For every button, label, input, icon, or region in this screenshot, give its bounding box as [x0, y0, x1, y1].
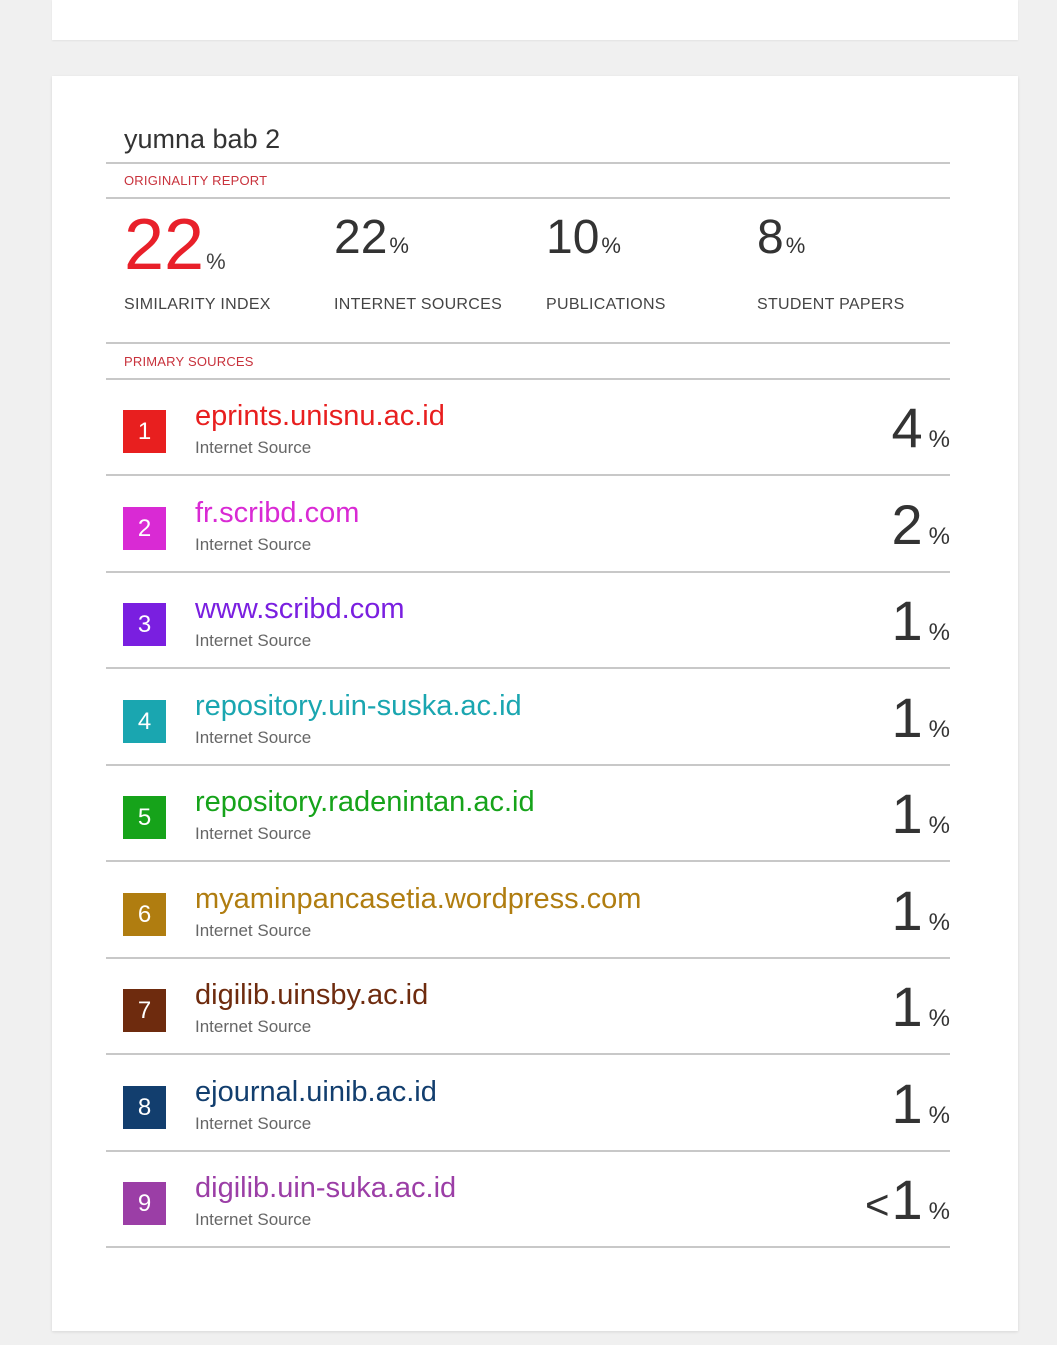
source-percentage-value: 1 — [891, 878, 923, 942]
student-papers-metric: 8% STUDENT PAPERS — [757, 210, 904, 313]
source-row[interactable]: 1 eprints.unisnu.ac.id Internet Source 4% — [106, 380, 950, 476]
similarity-index-label: SIMILARITY INDEX — [124, 296, 271, 313]
percent-sign: % — [928, 522, 950, 550]
source-percentage-value: 4 — [891, 396, 923, 459]
less-than-sign: < — [864, 1181, 890, 1228]
source-rank-badge: 3 — [123, 603, 166, 646]
source-percentage: 1% — [892, 977, 951, 1037]
originality-report-label: ORIGINALITY REPORT — [124, 173, 268, 188]
student-papers-label: STUDENT PAPERS — [757, 296, 905, 313]
source-row[interactable]: 9 digilib.uin-suka.ac.id Internet Source <1… — [106, 1152, 950, 1248]
source-percentage-value: 1 — [891, 1168, 923, 1231]
source-type-label: Internet Source — [195, 1210, 312, 1229]
source-row[interactable]: 6 myaminpancasetia.wordpress.com Internet … — [106, 863, 950, 959]
source-name-link[interactable]: myaminpancasetia.wordpress.com — [195, 883, 641, 916]
percent-sign: % — [928, 715, 950, 743]
source-type-label: Internet Source — [195, 920, 312, 940]
source-rank-badge: 5 — [123, 796, 166, 839]
metrics-divider — [106, 342, 950, 344]
originality-report-card: yumna bab 2 ORIGINALITY REPORT 22% SIMIL… — [52, 76, 1018, 1331]
source-name-link[interactable]: repository.radenintan.ac.id — [195, 786, 535, 819]
document-title: yumna bab 2 — [124, 124, 281, 154]
row-divider — [106, 1246, 950, 1248]
similarity-index-value: 22 — [124, 205, 205, 285]
source-type-label: Internet Source — [195, 534, 312, 554]
internet-sources-value: 22 — [334, 211, 388, 264]
publications-value: 10 — [546, 211, 600, 264]
title-divider — [106, 162, 950, 164]
percent-sign: % — [206, 249, 226, 274]
source-name-link[interactable]: fr.scribd.com — [195, 497, 359, 530]
percent-sign: % — [928, 1005, 950, 1032]
percent-sign: % — [928, 619, 950, 646]
source-rank-badge: 4 — [123, 699, 166, 743]
source-row[interactable]: 7 digilib.uinsby.ac.id Internet Source 1% — [106, 959, 950, 1055]
originality-divider — [106, 197, 950, 199]
source-name-link[interactable]: eprints.unisnu.ac.id — [195, 400, 445, 433]
previous-page-card — [52, 0, 1018, 40]
source-percentage: 1% — [891, 878, 951, 942]
source-rank-badge: 1 — [123, 410, 166, 453]
source-rank-badge: 2 — [123, 506, 166, 550]
percent-sign: % — [389, 233, 409, 258]
source-percentage: 1% — [891, 685, 951, 749]
source-percentage-value: 1 — [891, 589, 923, 652]
source-type-label: Internet Source — [195, 1017, 312, 1036]
source-row[interactable]: 5 repository.radenintan.ac.id Internet Sou… — [106, 766, 950, 862]
source-percentage-value: 2 — [891, 492, 923, 556]
primary-sources-label: PRIMARY SOURCES — [124, 354, 254, 369]
source-percentage: 1% — [891, 1071, 951, 1135]
percent-sign: % — [785, 233, 806, 258]
source-name-link[interactable]: www.scribd.com — [195, 593, 405, 626]
source-percentage: <1% — [865, 1170, 950, 1230]
source-name-link[interactable]: digilib.uinsby.ac.id — [195, 979, 428, 1012]
percent-sign: % — [928, 426, 950, 453]
source-name-link[interactable]: repository.uin-suska.ac.id — [195, 690, 522, 723]
source-row[interactable]: 3 www.scribd.com Internet Source 1% — [106, 573, 950, 669]
student-papers-value: 8 — [757, 211, 784, 264]
percent-sign: % — [928, 908, 950, 936]
percent-sign: % — [928, 1101, 950, 1129]
publications-metric: 10% PUBLICATIONS — [546, 210, 665, 313]
similarity-index-metric: 22% SIMILARITY INDEX — [124, 209, 270, 313]
source-name-link[interactable]: ejournal.uinib.ac.id — [195, 1076, 437, 1109]
source-percentage-value: 1 — [891, 782, 923, 845]
percent-sign: % — [601, 233, 621, 258]
source-type-label: Internet Source — [195, 631, 312, 650]
source-type-label: Internet Source — [195, 824, 312, 843]
source-row[interactable]: 8 ejournal.uinib.ac.id Internet Source 1% — [106, 1056, 950, 1152]
source-percentage-value: 1 — [891, 975, 923, 1038]
publications-label: PUBLICATIONS — [546, 296, 666, 313]
source-percentage-value: 1 — [891, 685, 923, 749]
source-type-label: Internet Source — [195, 438, 312, 457]
internet-sources-metric: 22% INTERNET SOURCES — [334, 210, 502, 313]
internet-sources-label: INTERNET SOURCES — [334, 296, 503, 313]
source-name-link[interactable]: digilib.uin-suka.ac.id — [195, 1172, 456, 1205]
source-row[interactable]: 2 fr.scribd.com Internet Source 2% — [106, 477, 950, 573]
source-row[interactable]: 4 repository.uin-suska.ac.id Internet Sour… — [106, 670, 950, 766]
source-rank-badge: 6 — [123, 892, 166, 936]
source-rank-badge: 9 — [123, 1182, 166, 1225]
source-type-label: Internet Source — [195, 727, 312, 747]
source-percentage: 1% — [892, 784, 951, 844]
source-percentage-value: 1 — [891, 1071, 923, 1135]
percent-sign: % — [928, 1198, 950, 1225]
source-percentage: 2% — [891, 492, 951, 556]
source-percentage: 4% — [892, 398, 951, 458]
source-rank-badge: 7 — [123, 989, 166, 1032]
percent-sign: % — [928, 812, 950, 839]
source-percentage: 1% — [892, 591, 951, 651]
source-rank-badge: 8 — [123, 1085, 166, 1129]
source-type-label: Internet Source — [195, 1113, 312, 1133]
